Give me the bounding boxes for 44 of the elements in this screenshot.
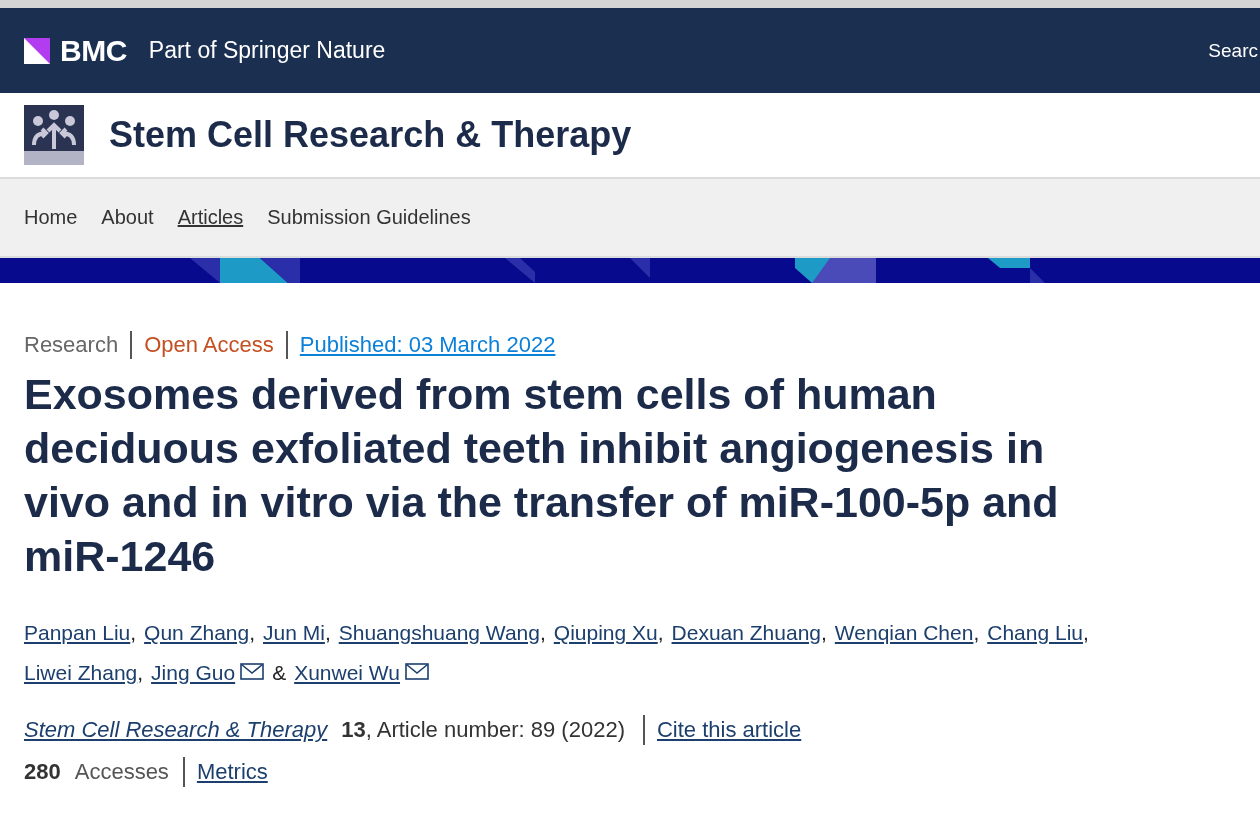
- metrics-link[interactable]: Metrics: [196, 759, 268, 785]
- author-link[interactable]: Xunwei Wu: [294, 653, 400, 693]
- brand-tagline: Part of Springer Nature: [148, 37, 386, 64]
- article-title: Exosomes derived from stem cells of human deciduous exfoliated teeth inhibit angiogenesis in vivo and in vitro via the transfer of miR-100-5p and miR-1246: [24, 369, 1060, 582]
- author-link[interactable]: Shuangshuang Wang: [338, 613, 540, 653]
- accesses-count: 280: [24, 759, 61, 785]
- accesses-label: Accesses: [74, 759, 169, 785]
- author-link[interactable]: Panpan Liu: [24, 613, 131, 653]
- brand-logo[interactable]: BMC: [60, 33, 127, 68]
- nav-link[interactable]: Submission Guidelines: [267, 206, 471, 229]
- article-number: , Article number: 89 (2022): [365, 717, 625, 743]
- published-date-link[interactable]: Published: 03 March 2022: [299, 332, 556, 358]
- author-separator: ,: [130, 620, 137, 646]
- article-type: Research: [24, 332, 119, 358]
- journal-link[interactable]: Stem Cell Research & Therapy: [24, 717, 328, 743]
- author-separator: ,: [657, 620, 664, 646]
- author-separator: ,: [821, 620, 827, 646]
- nav-link[interactable]: Home: [24, 206, 78, 229]
- mail-icon[interactable]: [240, 663, 265, 680]
- open-access-label: Open Access: [144, 332, 274, 358]
- author-link[interactable]: Dexuan Zhuang: [671, 613, 821, 653]
- author-link[interactable]: Chang Liu: [987, 613, 1083, 653]
- author-separator: ,: [137, 660, 144, 686]
- volume-number: 13: [341, 717, 366, 743]
- journal-title[interactable]: Stem Cell Research & Therapy: [109, 114, 632, 156]
- author-link[interactable]: Jing Guo: [151, 653, 236, 693]
- author-separator: &: [272, 660, 287, 686]
- author-link[interactable]: Qun Zhang: [144, 613, 250, 653]
- author-separator: ,: [539, 620, 546, 646]
- author-separator: ,: [249, 620, 256, 646]
- search-link[interactable]: Searc: [1208, 39, 1258, 62]
- author-separator: ,: [973, 620, 980, 646]
- mail-icon[interactable]: [405, 663, 429, 680]
- author-separator: ,: [1083, 620, 1089, 646]
- author-link[interactable]: Jun Mi: [263, 613, 325, 653]
- author-link[interactable]: Wenqian Chen: [834, 613, 974, 653]
- author-link[interactable]: Liwei Zhang: [24, 653, 138, 693]
- author-separator: ,: [324, 620, 331, 646]
- logo-mark-icon: [24, 37, 50, 64]
- cite-link[interactable]: Cite this article: [656, 717, 802, 743]
- nav-link[interactable]: Articles: [177, 206, 244, 229]
- nav-link[interactable]: About: [101, 206, 154, 229]
- author-link[interactable]: Qiuping Xu: [553, 613, 658, 653]
- journal-logo-icon: [24, 105, 84, 165]
